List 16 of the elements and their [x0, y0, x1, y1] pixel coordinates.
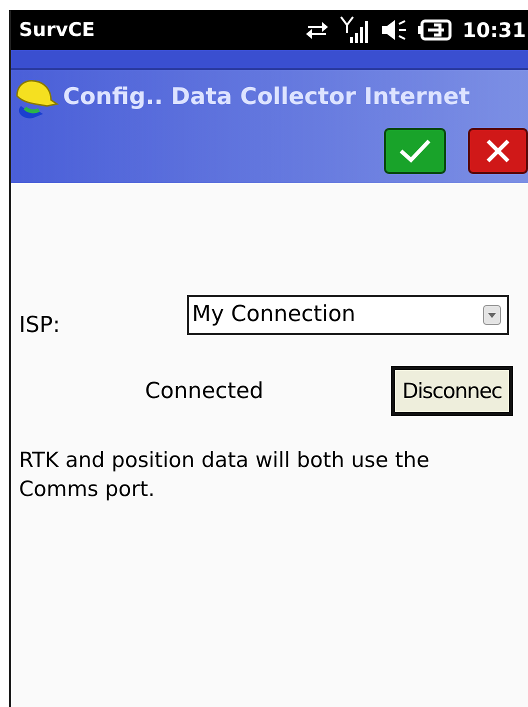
app-name: SurvCE — [19, 19, 95, 41]
isp-dropdown[interactable]: My Connection — [187, 294, 509, 334]
isp-label: ISP: — [19, 312, 62, 338]
window-title: Config.. Data Collector Internet — [63, 84, 470, 110]
disconnect-button[interactable]: Disconnec — [391, 366, 513, 416]
speaker-icon — [380, 18, 408, 42]
sync-arrows-icon — [304, 19, 330, 41]
connection-status: Connected — [145, 378, 264, 404]
battery-icon — [418, 19, 452, 41]
clock-time: 10:31 — [462, 18, 526, 42]
info-message: RTK and position data will both use the Comms port. — [19, 447, 430, 504]
close-icon — [486, 139, 510, 163]
checkmark-icon — [398, 138, 432, 164]
close-button[interactable] — [468, 128, 528, 174]
ok-button[interactable] — [384, 128, 446, 174]
signal-icon — [340, 15, 370, 45]
